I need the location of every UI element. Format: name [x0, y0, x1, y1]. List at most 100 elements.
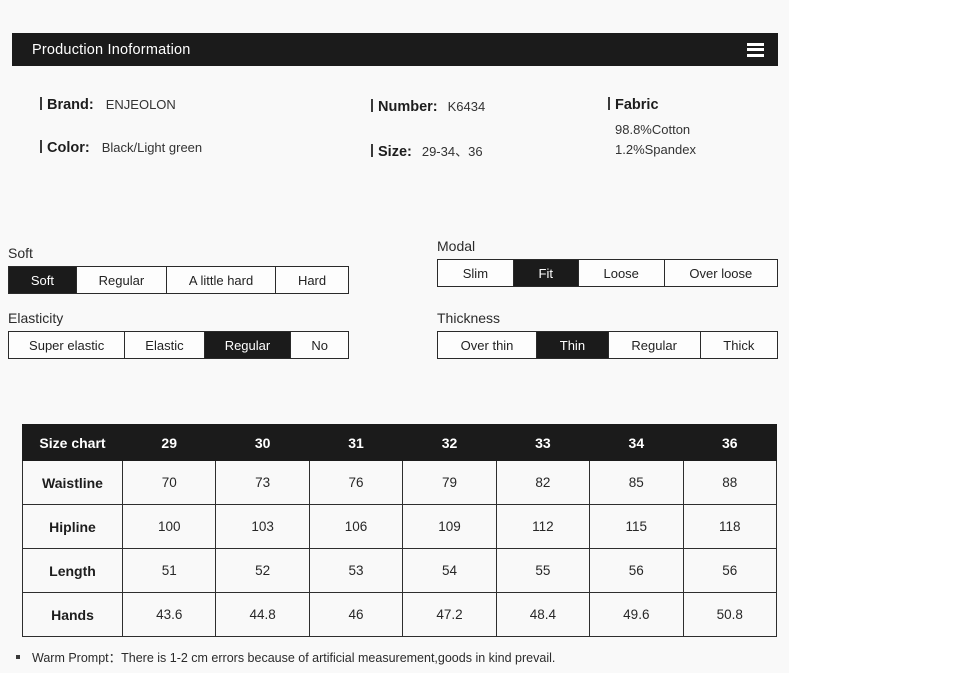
attr-option-modal-fit[interactable]: Fit [513, 260, 579, 286]
cell-length-31: 53 [308, 548, 404, 593]
bar-marker-icon [371, 99, 373, 112]
cell-length-32: 54 [402, 548, 497, 593]
spec-column-right: Fabric 98.8%Cotton 1.2%Spandex [608, 96, 696, 160]
spec-brand-label: Brand: [40, 96, 94, 113]
attr-options-modal: Slim Fit Loose Over loose [437, 259, 778, 287]
size-chart-section: Size chart 29 30 31 32 33 34 36 Waistlin… [22, 424, 778, 637]
attr-group-soft-label: Soft [8, 245, 33, 261]
attr-option-soft-regular[interactable]: Regular [76, 267, 168, 293]
cell-hipline-34: 115 [589, 504, 684, 549]
attr-option-modal-slim[interactable]: Slim [438, 260, 514, 286]
spec-fabric-row: Fabric [608, 96, 696, 113]
spec-column-middle: Number: K6434 Size: 29-34、36 [371, 98, 485, 184]
spec-color-row: Color: Black/Light green [40, 139, 202, 182]
hamburger-icon[interactable] [747, 42, 764, 57]
spec-section: Brand: ENJEOLON Color: Black/Light green… [0, 96, 789, 186]
cell-hands-33: 48.4 [495, 592, 591, 637]
cell-length-29: 51 [121, 548, 217, 593]
size-chart-table: Size chart 29 30 31 32 33 34 36 Waistlin… [22, 424, 778, 637]
cell-waistline-30: 73 [215, 460, 310, 505]
attr-option-modal-over-loose[interactable]: Over loose [664, 260, 778, 286]
spec-size-value: 29-34、36 [421, 144, 483, 159]
cell-length-34: 56 [589, 548, 684, 593]
spec-number-label: Number: [371, 98, 438, 115]
cell-waistline-32: 79 [402, 460, 497, 505]
cell-length-30: 52 [215, 548, 310, 593]
cell-length-36: 56 [682, 548, 778, 593]
table-header-size-34: 34 [589, 424, 684, 461]
cell-waistline-33: 82 [495, 460, 591, 505]
table-row: Hipline 100 103 106 109 112 115 118 [22, 504, 778, 549]
attr-option-elasticity-regular[interactable]: Regular [204, 332, 292, 358]
warm-prompt-note: Warm Prompt：There is 1-2 cm errors becau… [16, 647, 555, 666]
attr-option-soft-a-little-hard[interactable]: A little hard [167, 267, 277, 293]
table-header-size-31: 31 [308, 424, 404, 461]
bullet-icon [16, 654, 20, 659]
cell-waistline-29: 70 [121, 460, 217, 505]
attr-option-soft-soft[interactable]: Soft [9, 267, 77, 293]
attr-options-elasticity: Super elastic Elastic Regular No [8, 331, 349, 359]
cell-hipline-31: 106 [308, 504, 404, 549]
fabric-line-1: 98.8%Cotton [615, 122, 691, 137]
attr-option-thickness-over-thin[interactable]: Over thin [438, 332, 538, 358]
row-label-length: Length [22, 548, 123, 593]
cell-hipline-29: 100 [121, 504, 217, 549]
attr-group-thickness: Thickness Over thin Thin Regular Thick [437, 310, 778, 359]
spec-brand-row: Brand: ENJEOLON [40, 96, 202, 139]
spec-size-row: Size: 29-34、36 [371, 141, 485, 184]
attr-option-elasticity-elastic[interactable]: Elastic [125, 332, 205, 358]
table-header-size-30: 30 [215, 424, 310, 461]
attr-option-thickness-thin[interactable]: Thin [537, 332, 609, 358]
cell-waistline-34: 85 [589, 460, 684, 505]
attr-group-thickness-label: Thickness [437, 310, 501, 326]
table-header-size-36: 36 [682, 424, 778, 461]
table-corner-label: Size chart [22, 424, 123, 461]
page-header-bar: Production Inoformation [12, 33, 778, 66]
spec-number-value: K6434 [447, 99, 486, 114]
cell-hipline-32: 109 [402, 504, 497, 549]
attr-group-elasticity-label: Elasticity [8, 310, 64, 326]
cell-hands-34: 49.6 [589, 592, 684, 637]
attr-group-modal: Modal Slim Fit Loose Over loose [437, 238, 778, 287]
spec-color-label: Color: [40, 139, 90, 156]
row-label-hands: Hands [22, 592, 123, 637]
bar-marker-icon [40, 97, 42, 110]
attr-group-modal-label: Modal [437, 238, 476, 254]
table-header-size-32: 32 [402, 424, 497, 461]
spec-fabric-label: Fabric [608, 96, 659, 113]
attr-options-soft: Soft Regular A little hard Hard [8, 266, 349, 294]
table-header-size-33: 33 [495, 424, 591, 461]
spec-brand-value: ENJEOLON [105, 97, 176, 112]
product-info-page: Production Inoformation Brand: ENJEOLON … [0, 0, 789, 673]
cell-hands-31: 46 [308, 592, 404, 637]
cell-waistline-36: 88 [682, 460, 778, 505]
attr-options-thickness: Over thin Thin Regular Thick [437, 331, 778, 359]
cell-hands-30: 44.8 [215, 592, 310, 637]
table-row: Waistline 70 73 76 79 82 85 88 [22, 460, 778, 505]
attr-option-elasticity-super-elastic[interactable]: Super elastic [9, 332, 126, 358]
attr-option-thickness-regular[interactable]: Regular [608, 332, 701, 358]
row-label-waistline: Waistline [22, 460, 123, 505]
fabric-line-2: 1.2%Spandex [615, 142, 696, 157]
spec-number-row: Number: K6434 [371, 98, 485, 141]
attr-option-elasticity-no[interactable]: No [291, 332, 348, 358]
table-header-size-29: 29 [121, 424, 217, 461]
cell-hands-29: 43.6 [121, 592, 217, 637]
cell-hipline-33: 112 [495, 504, 591, 549]
row-label-hipline: Hipline [22, 504, 123, 549]
table-row: Hands 43.6 44.8 46 47.2 48.4 49.6 50.8 [22, 592, 778, 637]
cell-hipline-36: 118 [682, 504, 778, 549]
attr-option-soft-hard[interactable]: Hard [276, 267, 348, 293]
attr-option-modal-loose[interactable]: Loose [578, 260, 665, 286]
spec-color-value: Black/Light green [101, 140, 203, 155]
bar-marker-icon [40, 140, 42, 153]
spec-column-left: Brand: ENJEOLON Color: Black/Light green [40, 96, 202, 182]
cell-length-33: 55 [495, 548, 591, 593]
page-title: Production Inoformation [32, 41, 191, 58]
spec-fabric-composition: 98.8%Cotton 1.2%Spandex [615, 120, 696, 160]
attr-option-thickness-thick[interactable]: Thick [700, 332, 778, 358]
cell-hands-32: 47.2 [402, 592, 497, 637]
cell-hipline-30: 103 [215, 504, 310, 549]
spec-size-label: Size: [371, 143, 412, 160]
table-header-row: Size chart 29 30 31 32 33 34 36 [22, 424, 778, 461]
